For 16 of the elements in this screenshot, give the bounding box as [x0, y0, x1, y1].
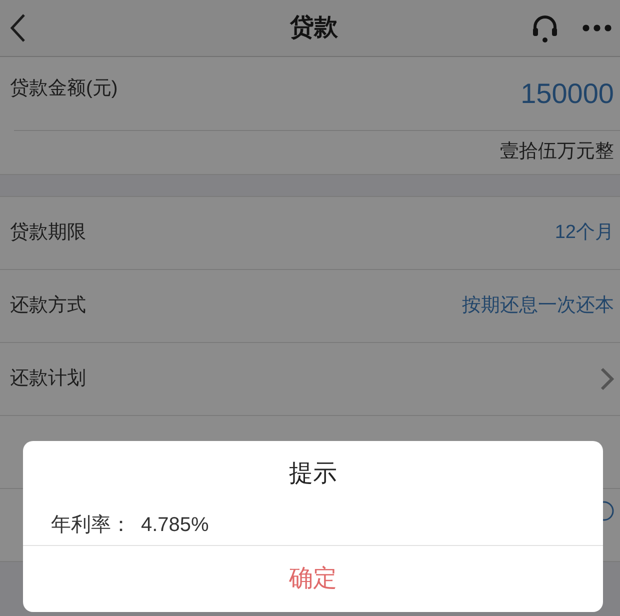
dialog-title: 提示	[289, 459, 337, 489]
page-title: 贷款	[290, 13, 338, 43]
row-value: 12个月	[554, 220, 614, 245]
rate-label: 年利率：	[51, 513, 131, 538]
row-label: 还款计划	[10, 366, 86, 391]
back-icon[interactable]	[8, 13, 28, 43]
amount-field[interactable]: 150000	[520, 72, 614, 114]
row-label: 还款方式	[10, 294, 86, 318]
row-label: 贷款期限	[10, 220, 86, 245]
confirm-button[interactable]: 确定	[23, 545, 603, 612]
amount-in-words: 壹拾伍万元整	[500, 140, 614, 164]
rate-value: 4.785%	[141, 513, 209, 538]
row-value: 按期还息一次还本	[462, 294, 614, 318]
more-icon[interactable]	[582, 24, 612, 32]
headset-icon[interactable]	[530, 13, 560, 43]
amount-label: 贷款金额(元)	[10, 77, 118, 102]
